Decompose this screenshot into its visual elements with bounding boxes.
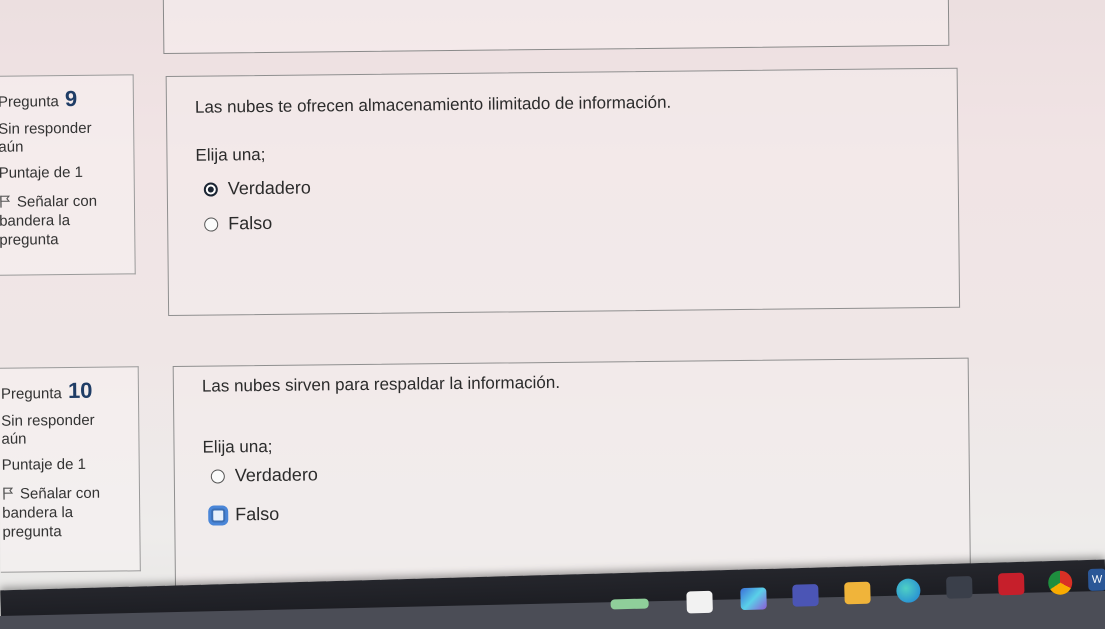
question-label: Pregunta [0,93,59,111]
option-falso[interactable]: Falso [211,504,279,526]
teams-icon[interactable] [792,584,819,607]
question-text: Las nubes sirven para respaldar la infor… [201,372,561,396]
mcafee-icon[interactable] [997,572,1025,596]
quiz-page: Pregunta 9 Sin responder aún Puntaje de … [0,0,1105,606]
radio-falso[interactable] [211,507,226,523]
flag-question-label: Señalar con bandera la pregunta [0,192,98,249]
question-state: Sin responder aún [1,411,95,448]
answer-prompt: Elija una; [202,436,273,457]
word-icon[interactable]: W [1087,568,1105,591]
flag-question-link[interactable]: Señalar con bandera la pregunta [0,192,117,250]
folder-icon[interactable] [844,581,871,605]
flag-question-label: Señalar con bandera la pregunta [2,484,101,541]
option-verdadero[interactable]: Verdadero [203,177,311,199]
flag-icon [3,487,14,500]
question-mark: Puntaje de 1 [1,455,87,474]
question-number: 10 [67,377,93,404]
radio-falso[interactable] [204,216,219,232]
teams-icon[interactable] [740,587,767,611]
option-label: Verdadero [234,464,318,486]
question-label: Pregunta [0,385,62,403]
option-label: Verdadero [227,177,311,199]
question-number-line: Pregunta 10 [1,377,138,404]
question-mark: Puntaje de 1 [0,163,83,182]
word-icon-letter: W [1091,573,1103,586]
question-content-q9: Las nubes te ofrecen almacenamiento ilim… [165,67,961,316]
store-icon[interactable] [946,575,973,599]
option-label: Falso [235,503,280,525]
question-text: Las nubes te ofrecen almacenamiento ilim… [194,92,672,117]
chrome-icon[interactable] [1047,570,1073,596]
previous-question-content-box [162,0,950,55]
answer-prompt: Elija una; [195,144,266,165]
taskbar-app-icon[interactable] [610,598,649,610]
radio-verdadero[interactable] [203,181,218,197]
question-state: Sin responder aún [0,119,92,156]
question-info-q10: Pregunta 10 Sin responder aún Puntaje de… [0,366,141,573]
option-falso[interactable]: Falso [204,213,272,235]
question-number-line: Pregunta 9 [0,85,133,112]
file-explorer-icon[interactable] [686,590,713,614]
option-verdadero[interactable]: Verdadero [210,464,318,486]
option-label: Falso [228,212,273,234]
flag-icon [0,195,11,208]
question-number: 9 [64,85,78,112]
edge-browser-icon[interactable] [896,578,921,603]
question-info-q9: Pregunta 9 Sin responder aún Puntaje de … [0,74,136,276]
flag-question-link[interactable]: Señalar con bandera la pregunta [2,484,121,542]
radio-verdadero[interactable] [210,468,225,484]
